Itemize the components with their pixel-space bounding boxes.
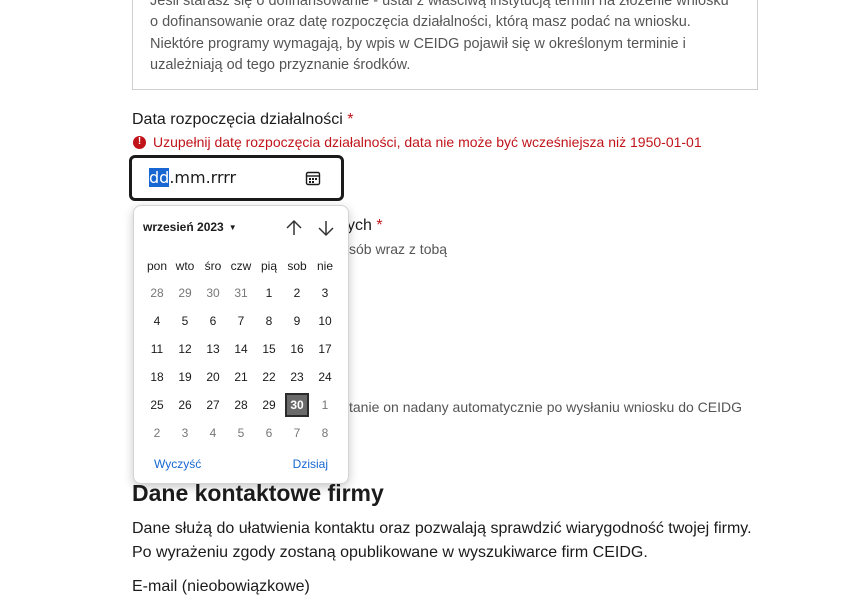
arrow-down-icon (318, 221, 334, 237)
calendar-day[interactable]: 28 (227, 391, 255, 419)
calendar-day[interactable]: 10 (311, 307, 339, 335)
calendar-day[interactable]: 29 (255, 391, 283, 419)
calendar-footer: Wyczyść Dzisiaj (154, 457, 328, 471)
calendar-day[interactable]: 2 (283, 279, 311, 307)
start-date-input[interactable]: dd.mm.rrrr (129, 155, 344, 201)
date-input-value[interactable]: dd.mm.rrrr (149, 168, 236, 187)
clear-button[interactable]: Wyczyść (154, 457, 201, 471)
calendar-day[interactable]: 7 (283, 419, 311, 447)
calendar-day[interactable]: 13 (199, 335, 227, 363)
weekday-label: pią (260, 259, 277, 273)
weekday-label: pon (146, 259, 168, 273)
contact-desc-line-1: Dane służą do ułatwienia kontaktu oraz p… (132, 520, 752, 537)
info-text: Jeśli starasz się o dofinansowanie - ust… (150, 0, 729, 73)
weekday-header: pon wto śro czw pią sob nie (143, 259, 339, 273)
calendar-day[interactable]: 17 (311, 335, 339, 363)
calendar-day[interactable]: 31 (227, 279, 255, 307)
weekday-label: wto (175, 259, 195, 273)
partial-field-note: tanie on nadany automatycznie po wysłani… (349, 399, 742, 415)
calendar-day[interactable]: 21 (227, 363, 255, 391)
calendar-day[interactable]: 24 (311, 363, 339, 391)
partial-field-label: ych * (347, 217, 383, 235)
contact-section-title: Dane kontaktowe firmy (132, 480, 384, 506)
calendar-day[interactable]: 8 (311, 419, 339, 447)
today-day-label[interactable]: 30 (285, 393, 309, 417)
partial-label-text: ych (347, 217, 372, 234)
calendar-day[interactable]: 18 (143, 363, 171, 391)
calendar-day[interactable]: 16 (283, 335, 311, 363)
calendar-day[interactable]: 28 (143, 279, 171, 307)
calendar-day[interactable]: 15 (255, 335, 283, 363)
date-picker-popup: wrzesień 2023 ▼ pon wto śro czw pią sob … (133, 205, 349, 484)
calendar-day[interactable]: 22 (255, 363, 283, 391)
calendar-day[interactable]: 4 (143, 307, 171, 335)
calendar-day[interactable]: 9 (283, 307, 311, 335)
calendar-day[interactable]: 6 (255, 419, 283, 447)
weekday-label: czw (230, 259, 252, 273)
month-year-selector[interactable]: wrzesień 2023 ▼ (143, 220, 237, 234)
calendar-day[interactable]: 19 (171, 363, 199, 391)
info-box: Jeśli starasz się o dofinansowanie - ust… (132, 0, 758, 90)
next-month-button[interactable] (316, 218, 336, 238)
error-icon: ! (133, 135, 146, 149)
calendar-day-today[interactable]: 30 (283, 391, 311, 419)
email-label: E-mail (nieobowiązkowe) (132, 578, 310, 595)
caret-down-icon[interactable]: ▼ (229, 223, 237, 232)
calendar-day[interactable]: 29 (171, 279, 199, 307)
start-date-label: Data rozpoczęcia działalności * (132, 111, 353, 129)
calendar-day[interactable]: 4 (199, 419, 227, 447)
arrow-up-icon (286, 219, 302, 235)
calendar-day[interactable]: 23 (283, 363, 311, 391)
start-date-label-text: Data rozpoczęcia działalności (132, 111, 343, 128)
calendar-day[interactable]: 3 (171, 419, 199, 447)
weekday-label: nie (316, 259, 333, 273)
calendar-day[interactable]: 14 (227, 335, 255, 363)
calendar-day[interactable]: 25 (143, 391, 171, 419)
weekday-label: śro (204, 259, 222, 273)
calendar-day[interactable]: 5 (227, 419, 255, 447)
calendar-day[interactable]: 11 (143, 335, 171, 363)
calendar-day[interactable]: 3 (311, 279, 339, 307)
calendar-day[interactable]: 20 (199, 363, 227, 391)
weekday-label: sob (287, 259, 307, 273)
error-text: Uzupełnij datę rozpoczęcia działalności,… (153, 134, 702, 150)
calendar-day[interactable]: 7 (227, 307, 255, 335)
date-day-segment[interactable]: dd (149, 168, 170, 187)
previous-month-button[interactable] (284, 218, 304, 238)
required-mark: * (347, 111, 354, 128)
calendar-day[interactable]: 26 (171, 391, 199, 419)
start-date-error: ! Uzupełnij datę rozpoczęcia działalnośc… (133, 134, 702, 150)
partial-field-hint: sób wraz z tobą (349, 241, 448, 257)
partial-required-mark: * (376, 217, 383, 234)
calendar-day[interactable]: 1 (255, 279, 283, 307)
month-year-label[interactable]: wrzesień 2023 (143, 220, 224, 234)
calendar-icon[interactable] (305, 170, 321, 191)
calendar-day[interactable]: 27 (199, 391, 227, 419)
today-button[interactable]: Dzisiaj (293, 457, 328, 471)
contact-section-description: Dane służą do ułatwienia kontaktu oraz p… (132, 517, 812, 565)
calendar-day[interactable]: 30 (199, 279, 227, 307)
calendar-day[interactable]: 6 (199, 307, 227, 335)
calendar-day[interactable]: 2 (143, 419, 171, 447)
calendar-day[interactable]: 1 (311, 391, 339, 419)
calendar-day[interactable]: 12 (171, 335, 199, 363)
calendar-day[interactable]: 8 (255, 307, 283, 335)
contact-desc-line-2: Po wyrażeniu zgody zostaną opublikowane … (132, 544, 648, 561)
day-grid: 28 29 30 31 1 2 3 4 5 6 7 8 9 10 11 12 1… (143, 279, 339, 447)
date-rest-segments[interactable]: .mm.rrrr (169, 168, 236, 187)
calendar-day[interactable]: 5 (171, 307, 199, 335)
